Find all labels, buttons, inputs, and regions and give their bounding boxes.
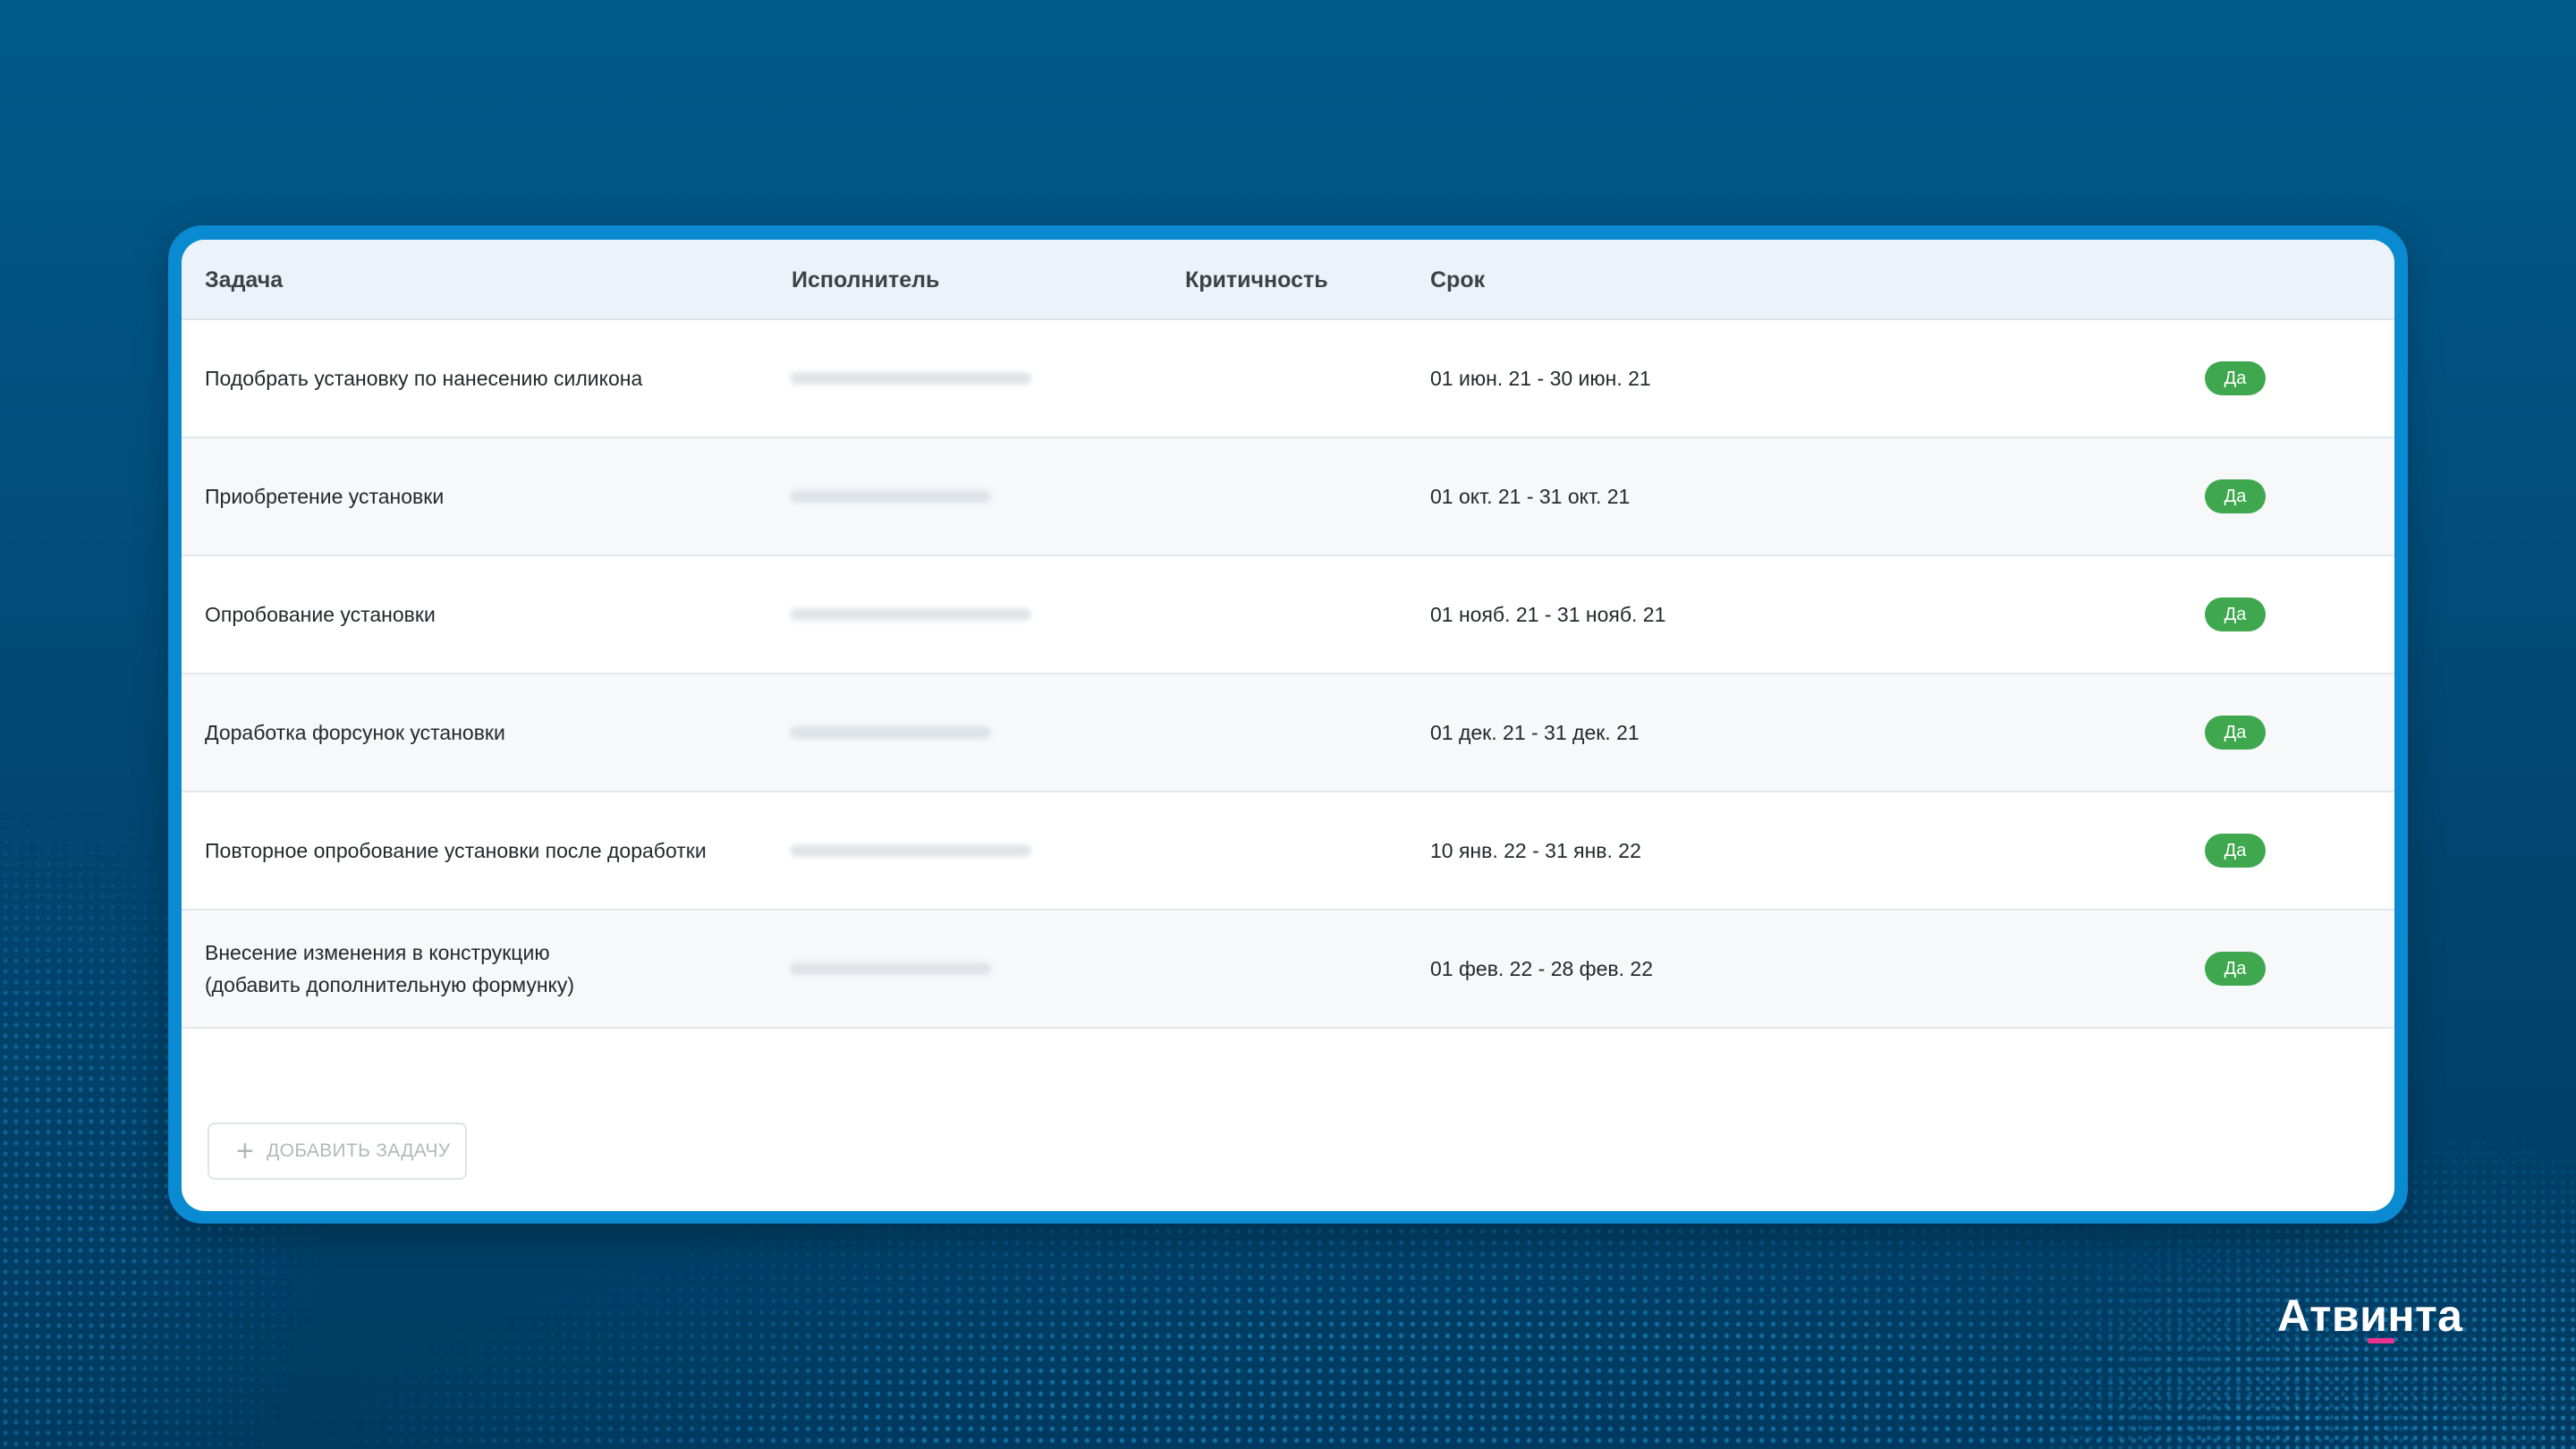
column-header-deadline[interactable]: Срок	[1430, 240, 1485, 320]
task-name: Опробование установки	[205, 603, 436, 626]
plus-icon: +	[236, 1134, 255, 1168]
add-task-button[interactable]: + ДОБАВИТЬ ЗАДАЧУ	[208, 1123, 467, 1180]
assignee-redacted	[790, 608, 1031, 621]
task-cell: Доработка форсунок установки	[205, 674, 759, 791]
status-badge: Да	[2205, 716, 2266, 750]
assignee-cell	[790, 792, 1094, 909]
flag-cell: Да	[2205, 674, 2312, 791]
task-name-line-2: (добавить дополнительную формунку)	[205, 973, 575, 996]
status-badge: Да	[2205, 479, 2266, 513]
column-header-assignee[interactable]: Исполнитель	[792, 240, 939, 320]
table-header: Задача Исполнитель Критичность Срок	[182, 240, 2394, 320]
assignee-redacted	[790, 490, 991, 503]
assignee-redacted	[790, 372, 1031, 385]
tasks-card: Задача Исполнитель Критичность Срок Подо…	[182, 240, 2394, 1211]
table-row[interactable]: Подобрать установку по нанесению силикон…	[182, 320, 2394, 438]
task-name: Приобретение установки	[205, 485, 445, 508]
deadline-cell: 10 янв. 22 - 31 янв. 22	[1430, 838, 1641, 862]
task-cell: Приобретение установки	[205, 438, 759, 555]
deadline-cell: 01 нояб. 21 - 31 нояб. 21	[1430, 602, 1666, 626]
table-row[interactable]: Повторное опробование установки после до…	[182, 792, 2394, 911]
task-name: Повторное опробование установки после до…	[205, 839, 707, 862]
status-badge: Да	[2205, 952, 2266, 986]
assignee-cell	[790, 674, 1094, 791]
deadline-cell: 01 июн. 21 - 30 июн. 21	[1430, 366, 1651, 390]
task-name: Доработка форсунок установки	[205, 721, 505, 744]
assignee-redacted	[790, 962, 991, 975]
flag-cell: Да	[2205, 438, 2312, 555]
brand-logo: Атвинта	[2277, 1291, 2463, 1341]
task-cell: Повторное опробование установки после до…	[205, 792, 759, 909]
table-row[interactable]: Доработка форсунок установки 01 дек. 21 …	[182, 674, 2394, 792]
brand-logo-accent	[2368, 1338, 2394, 1343]
table-row[interactable]: Опробование установки 01 нояб. 21 - 31 н…	[182, 556, 2394, 674]
table-row[interactable]: Приобретение установки 01 окт. 21 - 31 о…	[182, 438, 2394, 556]
flag-cell: Да	[2205, 556, 2312, 673]
task-name: Внесение изменения в конструкцию (добави…	[205, 936, 574, 1001]
deadline-cell: 01 фев. 22 - 28 фев. 22	[1430, 956, 1653, 980]
flag-cell: Да	[2205, 320, 2312, 436]
assignee-cell	[790, 320, 1094, 436]
task-name: Подобрать установку по нанесению силикон…	[205, 367, 643, 390]
deadline-cell: 01 окт. 21 - 31 окт. 21	[1430, 484, 1631, 508]
deadline-cell: 01 дек. 21 - 31 дек. 21	[1430, 720, 1640, 744]
flag-cell: Да	[2205, 911, 2312, 1027]
task-name-line-1: Внесение изменения в конструкцию	[205, 941, 550, 964]
assignee-redacted	[790, 726, 991, 739]
column-header-task[interactable]: Задача	[205, 240, 283, 320]
assignee-cell	[790, 438, 1094, 555]
assignee-cell	[790, 911, 1094, 1027]
status-badge: Да	[2205, 834, 2266, 868]
assignee-redacted	[790, 844, 1031, 857]
status-badge: Да	[2205, 361, 2266, 395]
assignee-cell	[790, 556, 1094, 673]
task-cell: Подобрать установку по нанесению силикон…	[205, 320, 759, 436]
task-cell: Внесение изменения в конструкцию (добави…	[205, 911, 759, 1027]
table-row[interactable]: Внесение изменения в конструкцию (добави…	[182, 911, 2394, 1029]
column-header-criticality[interactable]: Критичность	[1185, 240, 1328, 320]
flag-cell: Да	[2205, 792, 2312, 909]
status-badge: Да	[2205, 597, 2266, 631]
task-cell: Опробование установки	[205, 556, 759, 673]
add-task-label: ДОБАВИТЬ ЗАДАЧУ	[267, 1140, 451, 1161]
